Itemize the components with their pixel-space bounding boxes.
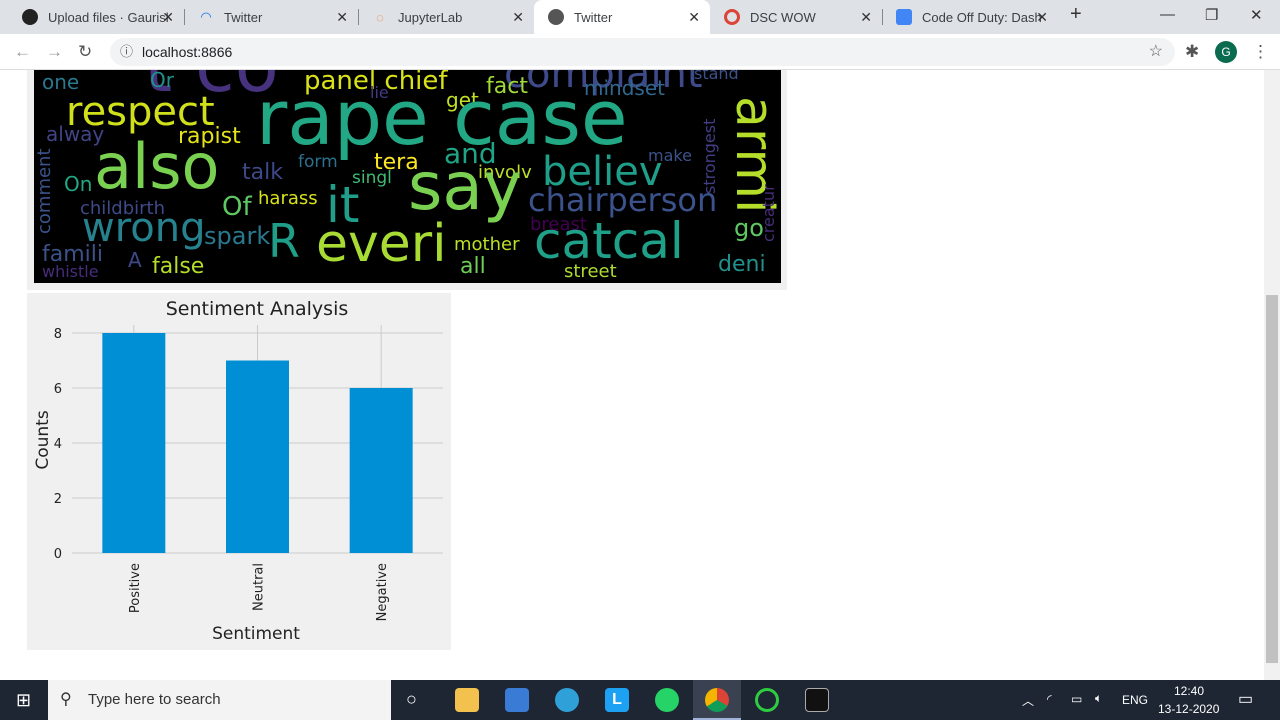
loading-icon: ◠ bbox=[200, 9, 212, 24]
word: harass bbox=[258, 188, 318, 209]
page-content: t co complaint panel chief stand one Or … bbox=[0, 70, 1264, 680]
word: stand bbox=[694, 70, 739, 83]
close-tab-icon[interactable]: ✕ bbox=[860, 9, 872, 26]
x-tick-label: Neutral bbox=[252, 563, 267, 611]
word: go bbox=[734, 214, 764, 242]
docs-icon bbox=[896, 9, 912, 25]
sentiment-bar-chart: 0 2 4 6 8 Positive Neutral Negative Sentiment A… bbox=[33, 298, 443, 644]
volume-icon[interactable]: 🔈︎ bbox=[1095, 691, 1102, 706]
minimize-button[interactable]: — bbox=[1160, 6, 1175, 23]
wifi-icon[interactable]: ◜ bbox=[1047, 692, 1052, 706]
bar-neutral bbox=[226, 360, 289, 553]
y-tick-label: 2 bbox=[54, 492, 62, 507]
tab-twitter-active[interactable]: Twitter ✕ bbox=[534, 0, 710, 34]
info-icon: ⓘ bbox=[120, 44, 134, 59]
sentiment-chart-output: 0 2 4 6 8 Positive Neutral Negative Sentiment A… bbox=[27, 293, 451, 650]
tab-jupyterlab[interactable]: ◌ JupyterLab ✕ bbox=[358, 0, 534, 34]
tab-bar: Upload files · Gaurish ✕ ◠ Twitter ✕ ◌ Jupyt… bbox=[0, 0, 1280, 34]
word: R bbox=[268, 214, 300, 268]
cortana-icon[interactable]: ○ bbox=[406, 689, 417, 710]
word: everi bbox=[316, 214, 447, 274]
word: false bbox=[152, 254, 205, 279]
word: mother bbox=[454, 234, 520, 255]
word: rape case bbox=[256, 73, 628, 162]
back-icon[interactable]: ← bbox=[14, 42, 31, 62]
notifications-icon[interactable]: ▭ bbox=[1238, 689, 1253, 709]
tab-code-off-duty[interactable]: Code Off Duty: Dash ✕ bbox=[882, 0, 1058, 34]
file-explorer-icon[interactable] bbox=[455, 688, 479, 712]
wordcloud-image: t co complaint panel chief stand one Or … bbox=[34, 70, 781, 283]
clock-date[interactable]: 13-12-2020 bbox=[1158, 702, 1219, 716]
word: deni bbox=[718, 252, 766, 277]
taskbar-search-input[interactable]: ⚲ Type here to search bbox=[48, 680, 391, 720]
close-window-button[interactable]: ✕ bbox=[1250, 6, 1263, 24]
whatsapp-icon[interactable] bbox=[655, 688, 679, 712]
y-tick-label: 4 bbox=[54, 437, 62, 452]
bar-negative bbox=[349, 388, 413, 553]
x-tick-label: Negative bbox=[375, 563, 390, 621]
extensions-icon[interactable]: ✱ bbox=[1185, 42, 1199, 62]
word: spark bbox=[204, 222, 271, 250]
tab-upload-files[interactable]: Upload files · Gaurish ✕ bbox=[8, 0, 184, 34]
tab-dsc-wow[interactable]: DSC WOW ✕ bbox=[710, 0, 882, 34]
app-l-icon[interactable]: L bbox=[605, 688, 629, 712]
word: On bbox=[64, 172, 93, 196]
close-tab-icon[interactable]: ✕ bbox=[688, 9, 700, 26]
terminal-icon[interactable] bbox=[805, 688, 829, 712]
forward-icon[interactable]: → bbox=[46, 42, 63, 62]
word: form bbox=[298, 152, 338, 172]
chart-title: Sentiment Analysis bbox=[166, 298, 349, 320]
search-icon: ⚲ bbox=[60, 691, 72, 708]
scrollbar-thumb[interactable] bbox=[1266, 295, 1278, 663]
star-icon[interactable]: ☆ bbox=[1149, 38, 1163, 66]
close-tab-icon[interactable]: ✕ bbox=[162, 9, 174, 26]
close-tab-icon[interactable]: ✕ bbox=[336, 9, 348, 26]
close-tab-icon[interactable]: ✕ bbox=[1036, 9, 1048, 26]
close-tab-icon[interactable]: ✕ bbox=[512, 9, 524, 26]
github-icon bbox=[22, 9, 38, 25]
app-circle-icon[interactable] bbox=[755, 688, 779, 712]
restore-button[interactable]: ❐ bbox=[1205, 6, 1218, 24]
jupyter-icon: ◌ bbox=[376, 9, 384, 25]
word: all bbox=[460, 254, 486, 279]
x-axis-label: Sentiment bbox=[212, 624, 300, 644]
chrome-taskbar-button[interactable] bbox=[693, 680, 741, 720]
clock-time[interactable]: 12:40 bbox=[1174, 684, 1204, 698]
chrome-icon bbox=[724, 9, 740, 25]
taskbar: ⊞ ⚲ Type here to search ○ L ︿ ◜ ▭ 🔈︎ ENG… bbox=[0, 680, 1280, 720]
globe-icon bbox=[548, 9, 564, 25]
word: whistle bbox=[42, 262, 99, 281]
word: also bbox=[94, 130, 220, 203]
word: street bbox=[564, 261, 617, 282]
tab-twitter-loading[interactable]: ◠ Twitter ✕ bbox=[184, 0, 358, 34]
store-icon[interactable] bbox=[505, 688, 529, 712]
tray-chevron-icon[interactable]: ︿ bbox=[1022, 692, 1034, 709]
reload-icon[interactable]: ↻ bbox=[78, 42, 92, 62]
menu-icon[interactable]: ⋮ bbox=[1252, 42, 1269, 62]
word: Of bbox=[222, 192, 252, 222]
url-input[interactable]: ⓘ localhost:8866 ☆ bbox=[110, 38, 1175, 66]
windows-start-icon[interactable]: ⊞ bbox=[16, 690, 31, 711]
y-tick-label: 6 bbox=[54, 382, 62, 397]
word: catcal bbox=[534, 212, 684, 270]
bar-positive bbox=[102, 333, 166, 553]
x-tick-label: Positive bbox=[128, 563, 143, 613]
wordcloud-output: t co complaint panel chief stand one Or … bbox=[27, 70, 787, 290]
edge-icon[interactable] bbox=[555, 688, 579, 712]
y-axis-label: Counts bbox=[33, 410, 53, 469]
word: talk bbox=[242, 160, 283, 185]
word: Or bbox=[150, 70, 174, 92]
word: say bbox=[408, 148, 522, 225]
y-tick-label: 8 bbox=[54, 327, 62, 342]
word: A bbox=[128, 248, 142, 272]
profile-avatar[interactable]: G bbox=[1215, 41, 1237, 63]
new-tab-button[interactable]: + bbox=[1070, 3, 1082, 26]
address-bar-row: ← → ↻ ⓘ localhost:8866 ☆ ✱ G ⋮ bbox=[0, 34, 1280, 70]
vertical-scrollbar[interactable] bbox=[1264, 70, 1280, 680]
word: comment bbox=[34, 148, 55, 234]
battery-icon[interactable]: ▭ bbox=[1071, 692, 1082, 706]
language-indicator[interactable]: ENG bbox=[1122, 693, 1148, 707]
y-tick-label: 0 bbox=[54, 547, 62, 562]
